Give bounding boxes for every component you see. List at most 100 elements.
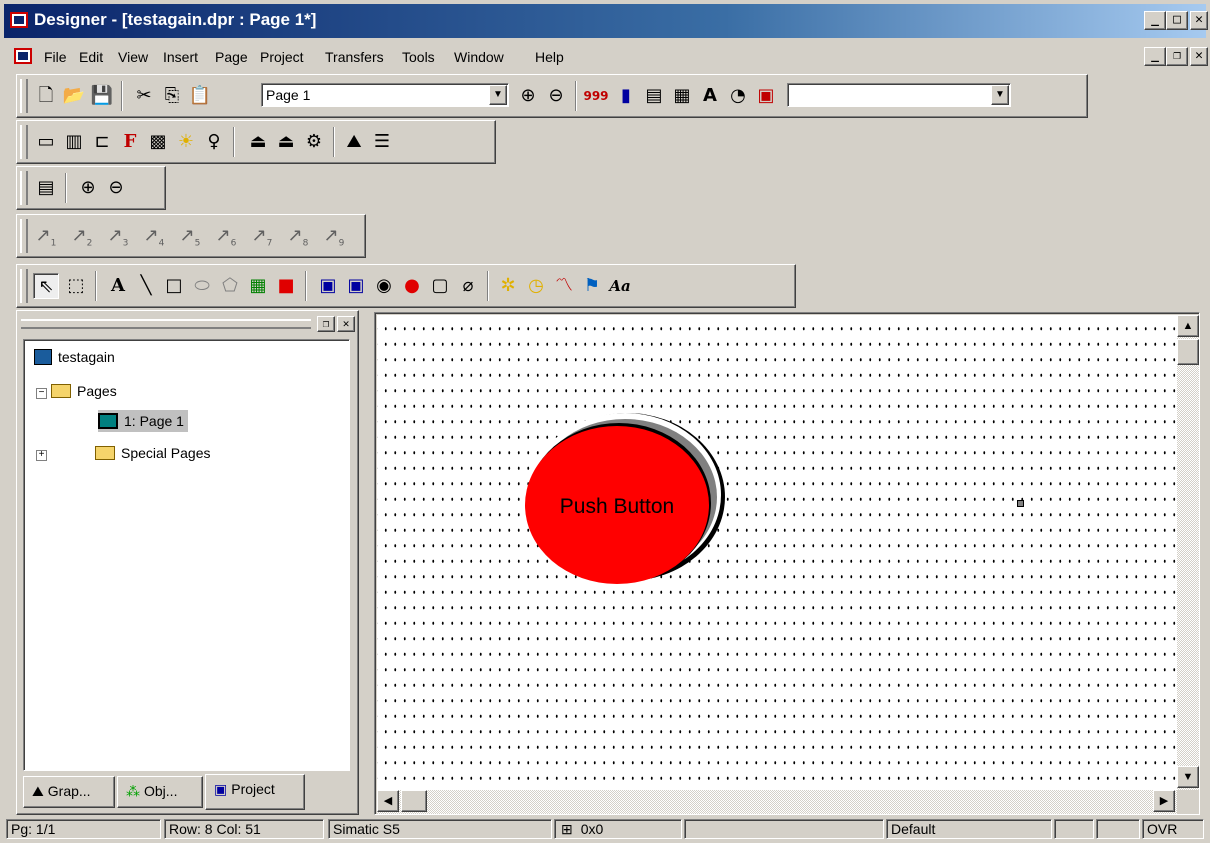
tool-5-icon[interactable]: ↗5 [177,223,203,249]
collapse-icon[interactable]: − [36,388,47,399]
button-frame-icon[interactable]: ▢ [427,273,453,299]
tab-graphics[interactable]: ⛰ Grap... [23,776,115,808]
transfer-settings-icon[interactable]: ⚙ [301,129,327,155]
zoom-in-icon[interactable]: ⊕ [75,175,101,201]
scroll-down-button[interactable]: ▼ [1177,766,1199,788]
text-tool-icon[interactable]: A [105,273,131,299]
key-icon[interactable]: ♀ [201,129,227,155]
data-entry-icon[interactable]: ▭ [33,129,59,155]
menu-view[interactable]: View [118,49,148,65]
tab-objects[interactable]: ⁂ Obj... [117,776,203,808]
horizontal-scrollbar[interactable]: ◀ ▶ [377,790,1177,814]
bar-graph-icon[interactable]: ▮ [613,83,639,109]
toolbar-grip[interactable] [20,269,28,303]
menu-insert[interactable]: Insert [163,49,198,65]
tool-2-icon[interactable]: ↗2 [69,223,95,249]
page-select[interactable]: Page 1 ▼ [261,83,509,107]
chevron-down-icon[interactable]: ▼ [489,85,507,105]
radio-button-icon[interactable]: ◉ [371,273,397,299]
tool-9-icon[interactable]: ↗9 [321,223,347,249]
film-icon[interactable]: ▦ [669,83,695,109]
scroll-up-button[interactable]: ▲ [1177,315,1199,337]
tool-8-icon[interactable]: ↗8 [285,223,311,249]
function-key-icon[interactable]: ▣ [315,273,341,299]
toolbar-grip[interactable] [20,79,28,113]
menu-transfers[interactable]: Transfers [325,49,384,65]
tool-3-icon[interactable]: ↗3 [105,223,131,249]
zoom-out-icon[interactable]: ⊖ [103,175,129,201]
page-properties-icon[interactable]: ▤ [33,175,59,201]
doc-close-button[interactable]: ✕ [1190,47,1208,66]
open-icon[interactable]: 📂 [61,83,87,109]
doc-minimize-button[interactable]: _ [1144,47,1166,66]
expand-icon[interactable]: + [36,450,47,461]
project-tree[interactable]: testagain − Pages 1: Page 1 + Special Page… [23,339,350,771]
panel-restore-button[interactable]: ❐ [317,316,335,332]
polygon-tool-icon[interactable]: ⬠ [217,273,243,299]
push-button-graphic[interactable]: Push Button [523,409,733,589]
menu-edit[interactable]: Edit [79,49,103,65]
scroll-right-button[interactable]: ▶ [1153,790,1175,812]
color-tool-icon[interactable]: ■ [273,273,299,299]
scroll-left-button[interactable]: ◀ [377,790,399,812]
toolbar-grip[interactable] [20,219,28,253]
panel-close-button[interactable]: ✕ [337,316,355,332]
line-tool-icon[interactable]: ╲ [133,273,159,299]
function-icon[interactable]: F [117,129,143,155]
document-icon[interactable] [14,48,32,64]
text-style-icon[interactable]: A [697,83,723,109]
push-button-icon[interactable]: ● [399,273,425,299]
font-icon[interactable]: Aa [607,273,633,299]
numeric-display-icon[interactable]: ▥ [61,129,87,155]
tree-node-pages[interactable]: − Pages [36,380,117,402]
app-icon[interactable] [10,12,28,28]
graphics-library-icon[interactable]: ⛰ [341,129,367,155]
trend-icon[interactable]: 〽 [551,273,577,299]
zoom-out-icon[interactable]: ⊖ [543,83,569,109]
tree-node-special-pages[interactable]: + Special Pages [36,442,211,464]
rectangle-tool-icon[interactable]: □ [161,273,187,299]
hierarchy-icon[interactable]: ⊏ [89,129,115,155]
tool-6-icon[interactable]: ↗6 [213,223,239,249]
object-select[interactable]: ▼ [787,83,1011,107]
paste-icon[interactable]: 📋 [187,83,213,109]
panel-grip[interactable] [21,319,311,329]
tool-1-icon[interactable]: ↗1 [33,223,59,249]
tree-node-project[interactable]: testagain [34,346,115,368]
menu-file[interactable]: File [44,49,67,65]
select-arrow-icon[interactable]: ⇖ [33,273,59,299]
close-button[interactable]: ✕ [1190,11,1208,30]
maximize-button[interactable]: □ [1166,11,1188,30]
menu-project[interactable]: Project [260,49,304,65]
menu-page[interactable]: Page [215,49,248,65]
menu-help[interactable]: Help [535,49,564,65]
pilot-light-icon[interactable]: ✲ [495,273,521,299]
chevron-down-icon[interactable]: ▼ [991,85,1009,105]
minimize-button[interactable]: _ [1144,11,1166,30]
bitmap-tool-icon[interactable]: ▦ [245,273,271,299]
meter-icon[interactable]: ◷ [523,273,549,299]
clock-icon[interactable]: ◔ [725,83,751,109]
tab-project[interactable]: ▣ Project [205,774,305,810]
resize-handle[interactable] [1017,500,1024,507]
vertical-scrollbar[interactable]: ▲ ▼ [1177,315,1199,790]
counter-icon[interactable]: 999 [583,83,609,109]
horizontal-scroll-thumb[interactable] [401,790,427,812]
ellipse-tool-icon[interactable]: ⬭ [189,273,215,299]
download-icon[interactable]: ⏏ [245,129,271,155]
touch-button-icon[interactable]: ▣ [343,273,369,299]
tool-4-icon[interactable]: ↗4 [141,223,167,249]
vertical-scroll-thumb[interactable] [1177,339,1199,365]
message-icon[interactable]: ▤ [641,83,667,109]
calendar-icon[interactable]: ▣ [753,83,779,109]
keypad-icon[interactable]: ▩ [145,129,171,155]
doc-restore-button[interactable]: ❐ [1166,47,1188,66]
menu-window[interactable]: Window [454,49,504,65]
marquee-select-icon[interactable]: ⬚ [63,273,89,299]
cut-icon[interactable]: ✂ [131,83,157,109]
tree-node-page1[interactable]: 1: Page 1 [98,410,188,432]
indicator-icon[interactable]: ⌀ [455,273,481,299]
zoom-in-icon[interactable]: ⊕ [515,83,541,109]
layers-icon[interactable]: ☰ [369,129,395,155]
copy-icon[interactable]: ⎘ [159,83,185,109]
